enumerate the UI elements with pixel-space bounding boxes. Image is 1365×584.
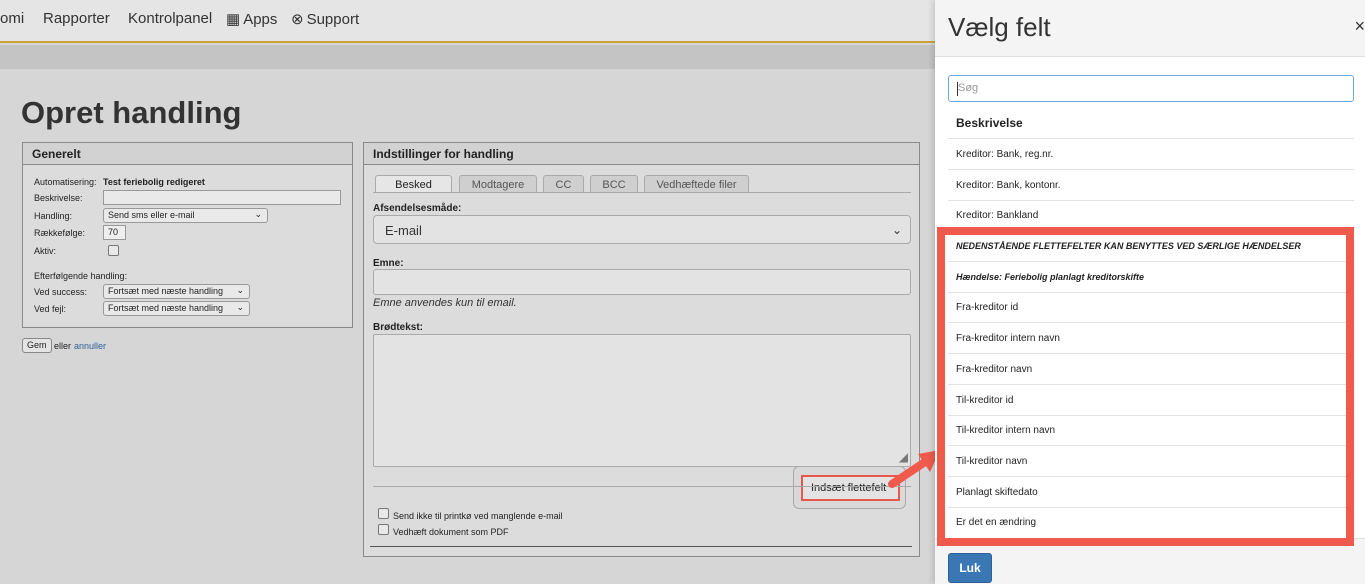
pdf-checkbox[interactable] bbox=[378, 524, 389, 535]
chevron-down-icon: ⌄ bbox=[236, 285, 244, 295]
sub-bar bbox=[0, 45, 940, 69]
general-panel-title: Generelt bbox=[23, 143, 352, 165]
list-item[interactable]: Til-kreditor navn bbox=[948, 446, 1354, 477]
no-print-label: Send ikke til printkø ved manglende e-ma… bbox=[393, 511, 563, 521]
send-method-label: Afsendelsesmåde: bbox=[373, 203, 462, 214]
list-item[interactable]: Til-kreditor intern navn bbox=[948, 415, 1354, 446]
tab-attachments[interactable]: Vedhæftede filer bbox=[644, 175, 749, 193]
list-item-beskrivelse[interactable]: Beskrivelse bbox=[948, 106, 1354, 139]
success-label: Ved success: bbox=[34, 287, 88, 297]
grid-icon: ▦ bbox=[226, 11, 241, 28]
tab-modtagere[interactable]: Modtagere bbox=[459, 175, 537, 193]
list-item[interactable]: Kreditor: Bank, kontonr. bbox=[948, 170, 1354, 201]
subject-label: Emne: bbox=[373, 258, 404, 269]
subject-hint: Emne anvendes kun til email. bbox=[373, 297, 517, 309]
body-textarea[interactable]: ◢ bbox=[373, 334, 911, 467]
description-label: Beskrivelse: bbox=[34, 193, 83, 203]
list-item[interactable]: Fra-kreditor intern navn bbox=[948, 323, 1354, 354]
cancel-link[interactable]: annuller bbox=[74, 341, 106, 351]
select-field-modal: Vælg felt × Søg Beskrivelse Kreditor: Ba… bbox=[935, 0, 1365, 584]
nav-item-support[interactable]: ⊗ Support bbox=[291, 10, 359, 28]
order-input[interactable]: 70 bbox=[103, 225, 126, 240]
list-item[interactable]: Kreditor: Bankland bbox=[948, 200, 1354, 231]
close-icon[interactable]: × bbox=[1354, 16, 1365, 37]
body-label: Brødtekst: bbox=[373, 322, 424, 333]
tab-besked[interactable]: Besked bbox=[375, 175, 452, 193]
list-item[interactable]: Fra-kreditor navn bbox=[948, 354, 1354, 385]
action-label: Handling: bbox=[34, 211, 73, 221]
list-item[interactable]: Er det en ændring bbox=[948, 507, 1354, 538]
tab-bcc[interactable]: BCC bbox=[590, 175, 638, 193]
tab-cc[interactable]: CC bbox=[543, 175, 584, 193]
no-print-checkbox[interactable] bbox=[378, 508, 389, 519]
chevron-down-icon: ⌄ bbox=[891, 223, 902, 237]
nav-item-kontrolpanel[interactable]: Kontrolpanel bbox=[128, 10, 212, 27]
modal-header: Vælg felt × bbox=[935, 0, 1365, 57]
list-item-event: Hændelse: Feriebolig planlagt kreditorsk… bbox=[948, 262, 1354, 293]
success-select[interactable]: Fortsæt med næste handling ⌄ bbox=[103, 284, 250, 299]
lifebuoy-icon: ⊗ bbox=[291, 11, 304, 28]
list-item[interactable]: Planlagt skiftedato bbox=[948, 477, 1354, 508]
pdf-label: Vedhæft dokument som PDF bbox=[393, 527, 509, 537]
nav-item-omi[interactable]: omi bbox=[0, 10, 24, 27]
automation-value: Test feriebolig redigeret bbox=[103, 177, 205, 187]
error-select[interactable]: Fortsæt med næste handling ⌄ bbox=[103, 301, 250, 316]
active-checkbox[interactable] bbox=[108, 245, 119, 256]
settings-panel-title: Indstillinger for handling bbox=[364, 143, 919, 165]
nav-item-rapporter[interactable]: Rapporter bbox=[43, 10, 110, 27]
order-label: Rækkefølge: bbox=[34, 228, 86, 238]
list-item[interactable]: Til-kreditor id bbox=[948, 385, 1354, 416]
automation-label: Automatisering: bbox=[34, 177, 97, 187]
or-text: eller bbox=[54, 341, 72, 351]
chevron-down-icon: ⌄ bbox=[236, 302, 244, 312]
tab-divider bbox=[373, 192, 911, 193]
chevron-down-icon: ⌄ bbox=[254, 209, 262, 219]
description-input[interactable] bbox=[103, 190, 341, 205]
list-item[interactable]: Fra-kreditor id bbox=[948, 292, 1354, 323]
list-item-section-note: NEDENSTÅENDE FLETTEFELTER KAN BENYTTES V… bbox=[948, 231, 1354, 262]
divider bbox=[370, 546, 912, 547]
subject-input[interactable] bbox=[373, 269, 911, 295]
following-action-label: Efterfølgende handling: bbox=[34, 271, 128, 281]
error-label: Ved fejl: bbox=[34, 304, 67, 314]
list-item[interactable]: Kreditor: Bank, reg.nr. bbox=[948, 139, 1354, 170]
nav-item-apps[interactable]: ▦ Apps bbox=[226, 10, 277, 28]
page-title: Opret handling bbox=[21, 95, 242, 130]
action-select[interactable]: Send sms eller e-mail ⌄ bbox=[103, 208, 268, 223]
active-label: Aktiv: bbox=[34, 246, 57, 256]
modal-footer bbox=[935, 538, 1365, 584]
send-method-select[interactable]: E-mail ⌄ bbox=[373, 215, 911, 244]
save-button[interactable]: Gem bbox=[22, 338, 52, 353]
search-input[interactable]: Søg bbox=[948, 75, 1354, 102]
modal-title: Vælg felt bbox=[948, 12, 1051, 42]
close-button[interactable]: Luk bbox=[948, 553, 992, 583]
divider bbox=[373, 486, 911, 487]
top-navigation: omi Rapporter Kontrolpanel ▦ Apps ⊗ Suppor… bbox=[0, 0, 940, 43]
